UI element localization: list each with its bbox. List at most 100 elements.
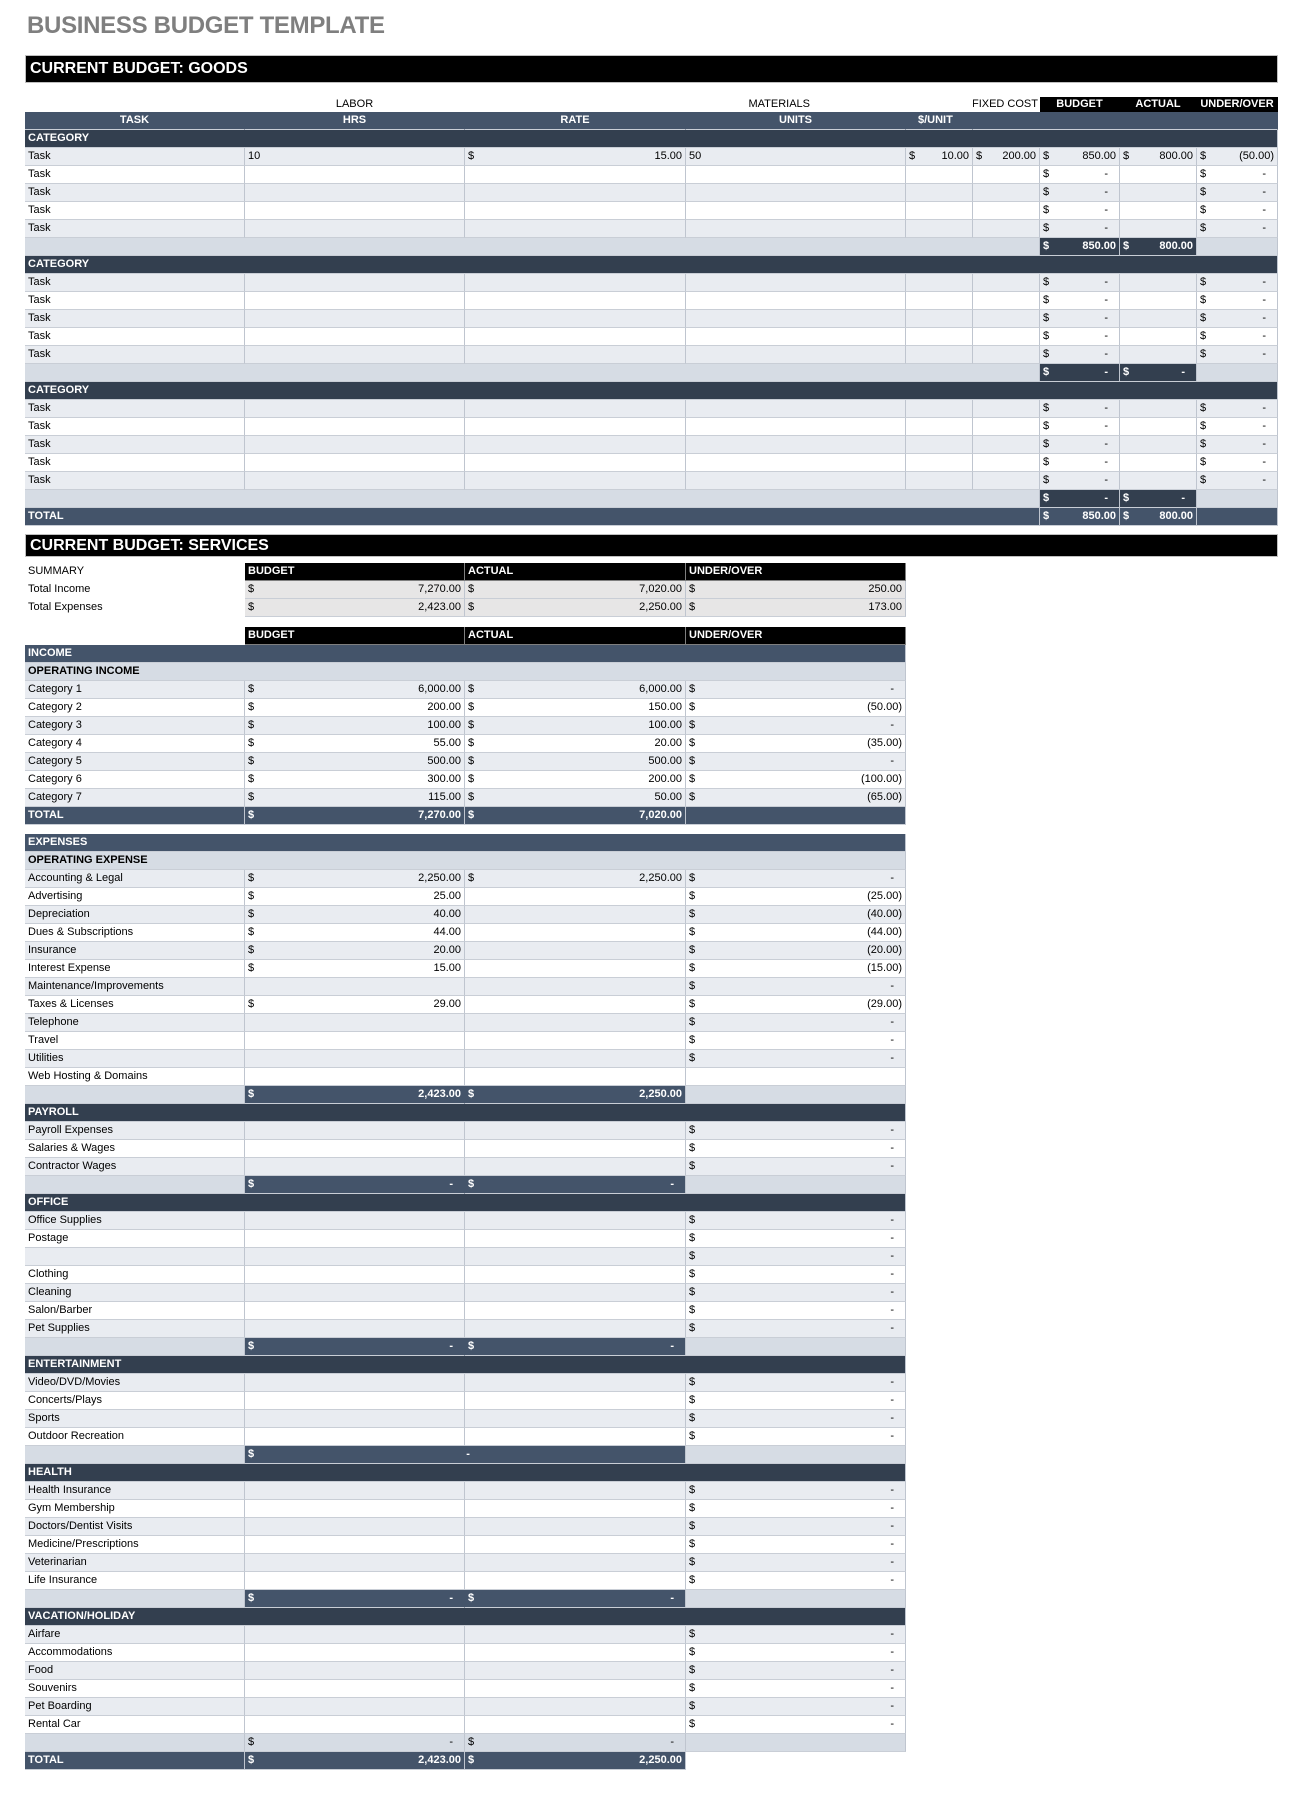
income-item-label[interactable]: Category 3 [25,717,245,735]
income-item-label[interactable]: Category 5 [25,753,245,771]
fixed-cost-cell[interactable] [973,436,1040,454]
actual-cell[interactable] [1120,436,1197,454]
expense-actual[interactable] [465,1554,686,1572]
expense-item-label[interactable]: Concerts/Plays [25,1392,245,1410]
rate-cell[interactable] [465,472,686,490]
expense-actual[interactable] [465,1626,686,1644]
income-budget[interactable]: $6,000.00 [245,681,465,699]
task-cell[interactable]: Task [25,148,245,166]
per-unit-cell[interactable]: $10.00 [906,148,973,166]
rate-cell[interactable] [465,202,686,220]
expense-actual[interactable] [465,1014,686,1032]
task-cell[interactable]: Task [25,166,245,184]
expense-budget[interactable] [245,1662,465,1680]
units-cell[interactable] [686,472,906,490]
expense-item-label[interactable]: Pet Boarding [25,1698,245,1716]
actual-cell[interactable] [1120,454,1197,472]
fixed-cost-cell[interactable]: $200.00 [973,148,1040,166]
expense-budget[interactable] [245,1428,465,1446]
expense-actual[interactable] [465,1302,686,1320]
actual-cell[interactable]: $800.00 [1120,148,1197,166]
expense-item-label[interactable]: Souvenirs [25,1680,245,1698]
expense-item-label[interactable]: Telephone [25,1014,245,1032]
expense-budget[interactable] [245,1644,465,1662]
rate-cell[interactable]: $15.00 [465,148,686,166]
expense-budget[interactable] [245,1032,465,1050]
expense-actual[interactable] [465,1482,686,1500]
expense-item-label[interactable]: Pet Supplies [25,1320,245,1338]
expense-actual[interactable] [465,1068,686,1086]
expense-item-label[interactable]: Interest Expense [25,960,245,978]
income-actual[interactable]: $150.00 [465,699,686,717]
expense-item-label[interactable]: Accommodations [25,1644,245,1662]
expense-item-label[interactable]: Maintenance/Improvements [25,978,245,996]
income-budget[interactable]: $500.00 [245,753,465,771]
expense-actual[interactable] [465,1698,686,1716]
task-cell[interactable]: Task [25,436,245,454]
expense-budget[interactable]: $25.00 [245,888,465,906]
per-unit-cell[interactable] [906,418,973,436]
actual-cell[interactable] [1120,310,1197,328]
units-cell[interactable] [686,166,906,184]
hrs-cell[interactable] [245,202,465,220]
units-cell[interactable] [686,202,906,220]
per-unit-cell[interactable] [906,274,973,292]
expense-item-label[interactable]: Salon/Barber [25,1302,245,1320]
actual-cell[interactable] [1120,292,1197,310]
hrs-cell[interactable] [245,346,465,364]
income-budget[interactable]: $115.00 [245,789,465,807]
actual-cell[interactable] [1120,346,1197,364]
fixed-cost-cell[interactable] [973,166,1040,184]
expense-actual[interactable] [465,1680,686,1698]
expense-item-label[interactable]: Cleaning [25,1284,245,1302]
actual-cell[interactable] [1120,184,1197,202]
per-unit-cell[interactable] [906,400,973,418]
income-actual[interactable]: $50.00 [465,789,686,807]
expense-actual[interactable] [465,1662,686,1680]
hrs-cell[interactable] [245,166,465,184]
expense-actual[interactable] [465,1212,686,1230]
expense-actual[interactable] [465,1374,686,1392]
expense-item-label[interactable] [25,1248,245,1266]
income-item-label[interactable]: Category 2 [25,699,245,717]
actual-cell[interactable] [1120,202,1197,220]
expense-item-label[interactable]: Travel [25,1032,245,1050]
hrs-cell[interactable] [245,454,465,472]
rate-cell[interactable] [465,346,686,364]
units-cell[interactable] [686,184,906,202]
units-cell[interactable] [686,400,906,418]
units-cell[interactable] [686,436,906,454]
expense-actual[interactable] [465,1644,686,1662]
per-unit-cell[interactable] [906,184,973,202]
rate-cell[interactable] [465,184,686,202]
actual-cell[interactable] [1120,472,1197,490]
task-cell[interactable]: Task [25,310,245,328]
expense-budget[interactable] [245,1392,465,1410]
expense-actual[interactable] [465,1266,686,1284]
expense-item-label[interactable]: Health Insurance [25,1482,245,1500]
fixed-cost-cell[interactable] [973,472,1040,490]
units-cell[interactable] [686,328,906,346]
units-cell[interactable] [686,220,906,238]
per-unit-cell[interactable] [906,454,973,472]
task-cell[interactable]: Task [25,274,245,292]
income-actual[interactable]: $6,000.00 [465,681,686,699]
income-budget[interactable]: $100.00 [245,717,465,735]
expense-item-label[interactable]: Insurance [25,942,245,960]
rate-cell[interactable] [465,418,686,436]
income-actual[interactable]: $500.00 [465,753,686,771]
expense-actual[interactable] [465,1032,686,1050]
income-budget[interactable]: $300.00 [245,771,465,789]
expense-item-label[interactable]: Postage [25,1230,245,1248]
expense-actual[interactable]: $2,250.00 [465,870,686,888]
task-cell[interactable]: Task [25,202,245,220]
expense-item-label[interactable]: Depreciation [25,906,245,924]
expense-budget[interactable] [245,1536,465,1554]
expense-actual[interactable] [465,1428,686,1446]
per-unit-cell[interactable] [906,472,973,490]
expense-actual[interactable] [465,1122,686,1140]
rate-cell[interactable] [465,328,686,346]
expense-item-label[interactable]: Salaries & Wages [25,1140,245,1158]
hrs-cell[interactable]: 10 [245,148,465,166]
expense-budget[interactable]: $2,250.00 [245,870,465,888]
